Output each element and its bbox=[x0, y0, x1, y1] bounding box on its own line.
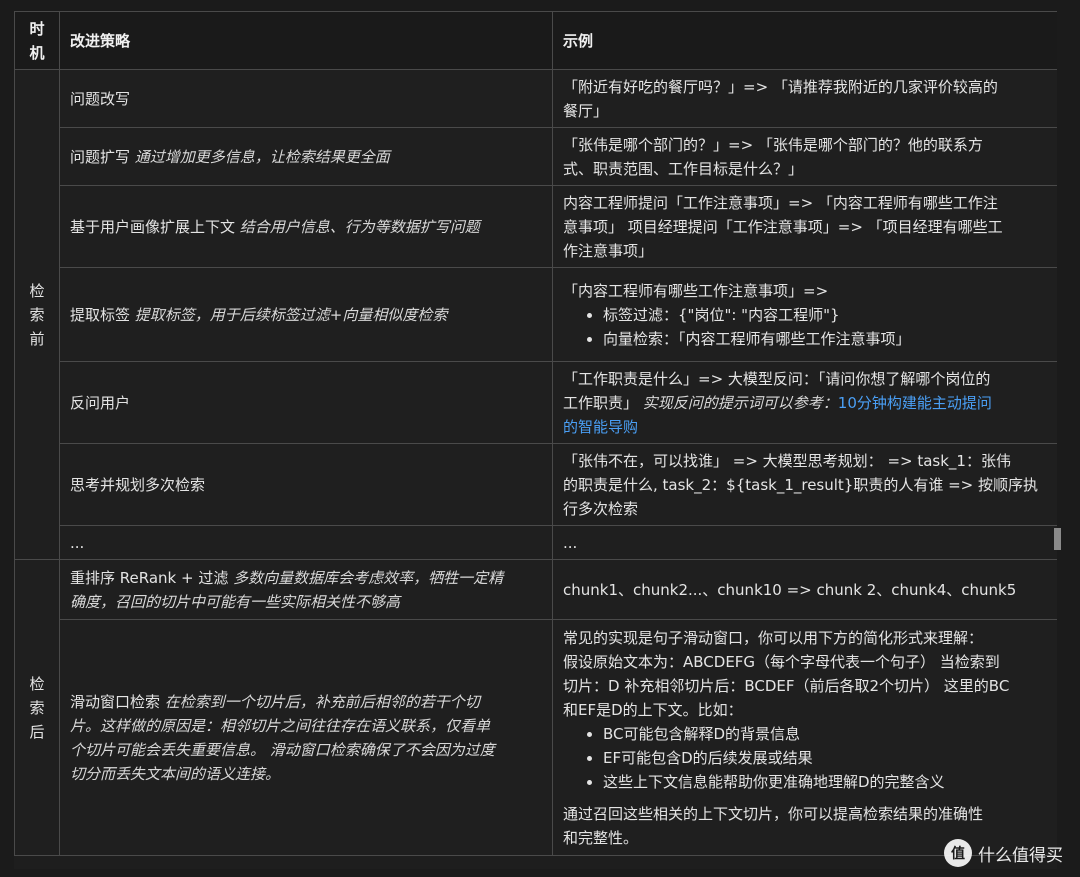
strategy-table-frame: 时机 改进策略 示例 检索前 问题改写 「附近有好吃的餐厅吗？」=> 「请推荐我… bbox=[14, 11, 1057, 869]
header-time: 时机 bbox=[14, 11, 60, 70]
list-item: 标签过滤：{"岗位": "内容工程师"} bbox=[603, 303, 1047, 327]
example-cell: 「张伟不在，可以找谁」 => 大模型思考规划： => task_1：张伟 的职责… bbox=[552, 443, 1057, 526]
example-cell: 「内容工程师有哪些工作注意事项」=> 标签过滤：{"岗位": "内容工程师"} … bbox=[552, 267, 1057, 362]
example-cell: 常见的实现是句子滑动窗口，你可以用下方的简化形式来理解： 假设原始文本为：ABC… bbox=[552, 619, 1057, 856]
strategy-cell: 问题扩写 通过增加更多信息，让检索结果更全面 bbox=[59, 127, 553, 186]
phase-pre-label: 检索前 bbox=[14, 69, 60, 560]
table-row: 滑动窗口检索 在检索到一个切片后，补充前后相邻的若干个切 片。这样做的原因是：相… bbox=[15, 619, 1057, 856]
guide-article-link-cont[interactable]: 的智能导购 bbox=[563, 418, 638, 436]
table-row: 检索前 问题改写 「附近有好吃的餐厅吗？」=> 「请推荐我附近的几家评价较高的 … bbox=[14, 69, 1057, 560]
example-cell: chunk1、chunk2...、chunk10 => chunk 2、chun… bbox=[552, 559, 1057, 620]
table-row: 检索后 重排序 ReRank + 过滤 多数向量数据库会考虑效率，牺牲一定精 确… bbox=[14, 559, 1057, 856]
example-cell: 「工作职责是什么」=> 大模型反问：「请问你想了解哪个岗位的 工作职责」 实现反… bbox=[552, 361, 1057, 444]
header-example: 示例 bbox=[552, 11, 1057, 70]
list-item: 这些上下文信息能帮助你更准确地理解D的完整含义 bbox=[603, 770, 1047, 794]
example-cell: 「附近有好吃的餐厅吗？」=> 「请推荐我附近的几家评价较高的 餐厅」 bbox=[552, 69, 1057, 128]
table-row: 反问用户 「工作职责是什么」=> 大模型反问：「请问你想了解哪个岗位的 工作职责… bbox=[15, 361, 1057, 444]
strategy-cell: ... bbox=[59, 525, 553, 560]
table-header-row: 时机 改进策略 示例 bbox=[14, 11, 1057, 70]
table-row: 问题扩写 通过增加更多信息，让检索结果更全面 「张伟是哪个部门的？」=> 「张伟… bbox=[15, 127, 1057, 186]
strategy-cell: 滑动窗口检索 在检索到一个切片后，补充前后相邻的若干个切 片。这样做的原因是：相… bbox=[59, 619, 553, 856]
list-item: EF可能包含D的后续发展或结果 bbox=[603, 746, 1047, 770]
strategy-cell: 反问用户 bbox=[59, 361, 553, 444]
table-row: 思考并规划多次检索 「张伟不在，可以找谁」 => 大模型思考规划： => tas… bbox=[15, 443, 1057, 526]
guide-article-link[interactable]: 10分钟构建能主动提问 bbox=[838, 394, 992, 412]
example-cell: 「张伟是哪个部门的？」=> 「张伟是哪个部门的？他的联系方 式、职责范围、工作目… bbox=[552, 127, 1057, 186]
table-row: 基于用户画像扩展上下文 结合用户信息、行为等数据扩写问题 内容工程师提问「工作注… bbox=[15, 185, 1057, 268]
scrollbar-thumb[interactable] bbox=[1054, 528, 1061, 550]
watermark: 值 什么值得买 bbox=[944, 838, 1063, 868]
list-item: BC可能包含解释D的背景信息 bbox=[603, 722, 1047, 746]
smzdm-logo-icon: 值 bbox=[944, 839, 972, 867]
strategy-cell: 问题改写 bbox=[59, 69, 553, 128]
strategy-cell: 思考并规划多次检索 bbox=[59, 443, 553, 526]
strategy-cell: 重排序 ReRank + 过滤 多数向量数据库会考虑效率，牺牲一定精 确度，召回… bbox=[59, 559, 553, 620]
table-row: 提取标签 提取标签，用于后续标签过滤+向量相似度检索 「内容工程师有哪些工作注意… bbox=[15, 267, 1057, 362]
list-item: 向量检索：「内容工程师有哪些工作注意事项」 bbox=[603, 327, 1047, 351]
header-strategy: 改进策略 bbox=[59, 11, 553, 70]
strategy-cell: 提取标签 提取标签，用于后续标签过滤+向量相似度检索 bbox=[59, 267, 553, 362]
strategy-cell: 基于用户画像扩展上下文 结合用户信息、行为等数据扩写问题 bbox=[59, 185, 553, 268]
phase-post-label: 检索后 bbox=[14, 559, 60, 856]
example-cell: 内容工程师提问「工作注意事项」=> 「内容工程师有哪些工作注 意事项」 项目经理… bbox=[552, 185, 1057, 268]
table-row: ... ... bbox=[15, 525, 1057, 560]
watermark-text: 什么值得买 bbox=[978, 845, 1063, 866]
strategy-table: 时机 改进策略 示例 检索前 问题改写 「附近有好吃的餐厅吗？」=> 「请推荐我… bbox=[14, 11, 1057, 856]
example-cell: ... bbox=[552, 525, 1057, 560]
